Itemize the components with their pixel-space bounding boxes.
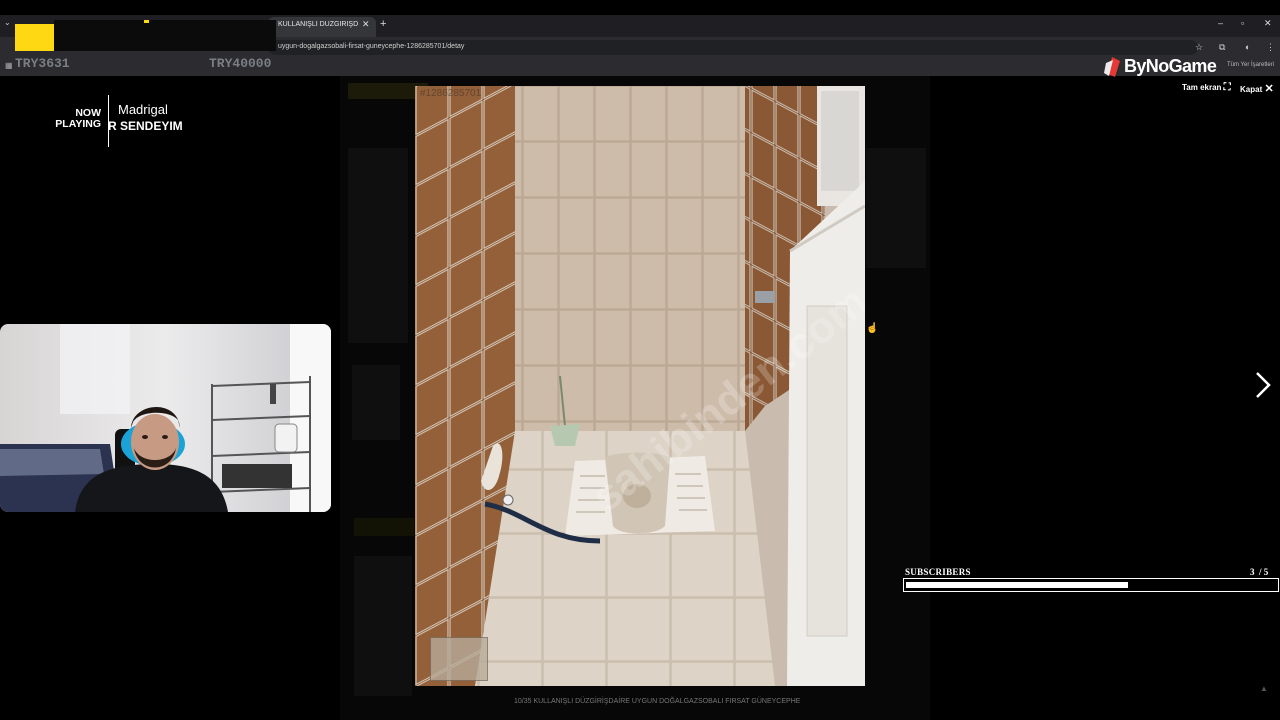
apps-grid-icon[interactable]: ▦ — [5, 61, 13, 70]
webcam-image — [0, 324, 331, 512]
subscribers-current: 3 — [1250, 567, 1255, 577]
tab-title: KULLANIŞLI DÜZGİRİŞDAİRE U — [278, 21, 358, 28]
donation-counter-left: TRY3631 — [15, 56, 70, 71]
restore-icon[interactable]: ▫ — [1241, 18, 1244, 28]
close-x-icon: ✕ — [1264, 83, 1274, 95]
subscribers-goal: / 5 — [1259, 567, 1269, 577]
profile-icon[interactable]: ◐ — [1245, 42, 1250, 52]
redaction-yellow-sliver — [144, 20, 149, 23]
all-bookmarks-link[interactable]: Tüm Yer İşaretleri — [1227, 62, 1274, 68]
subscribers-count: 3 / 5 — [1250, 567, 1268, 577]
now-playing-artist: Madrigal — [118, 102, 168, 117]
extensions-icon[interactable]: ⧉ — [1219, 42, 1225, 53]
listing-sidebar-dimmed — [866, 148, 926, 268]
listing-main-photo-dimmed — [348, 148, 408, 343]
fullscreen-icon: ⛶ — [1223, 82, 1231, 93]
listing-id: #1286285701 — [420, 88, 482, 99]
chevron-right-icon — [1256, 372, 1271, 398]
close-label: Kapat — [1240, 85, 1263, 94]
listing-description-dimmed — [354, 556, 412, 696]
url-text[interactable]: uygun-dogalgazsobali-firsat-guneycephe-1… — [278, 43, 464, 50]
logo-text: ByNoGame — [1124, 56, 1217, 76]
subscribers-label: SUBSCRIBERS — [905, 567, 971, 577]
new-tab-plus-icon[interactable]: + — [380, 18, 386, 30]
bynogame-logo-mark-icon — [1104, 57, 1120, 77]
photo-caption: 10/35 KULLANIŞLI DÜZGİRİŞDAİRE UYGUN DOĞ… — [514, 698, 801, 705]
fullscreen-label: Tam ekran — [1182, 83, 1222, 92]
now-playing-title: R SENDEYIM — [108, 119, 183, 133]
photo-thumbnail[interactable] — [430, 637, 488, 681]
listing-thumbs-dimmed — [352, 365, 400, 440]
close-button[interactable]: Kapat ✕ — [1240, 82, 1274, 95]
redaction-yellow-box — [15, 24, 54, 51]
tab-close-icon[interactable]: ✕ — [362, 19, 370, 30]
now-playing-line2: PLAYING — [55, 118, 101, 130]
donation-counter-right: TRY40000 — [209, 56, 272, 71]
bathroom-photo-image: sahibinden.com — [415, 86, 865, 686]
bookmark-star-icon[interactable]: ☆ — [1195, 42, 1203, 53]
tab-list-chevron-icon[interactable]: ⌄ — [4, 18, 11, 27]
menu-kebab-icon[interactable]: ⋮ — [1266, 42, 1275, 53]
listing-tab-dimmed — [354, 518, 414, 536]
subscribers-progress-bar — [903, 578, 1279, 592]
subscribers-progress-fill — [906, 582, 1128, 588]
scroll-up-icon[interactable]: ▲ — [1260, 684, 1268, 693]
redaction-black-box — [54, 20, 276, 51]
bookmarks-bar — [0, 57, 1280, 76]
window-close-icon[interactable]: ✕ — [1264, 18, 1272, 29]
now-playing-label: NOW PLAYING — [50, 108, 101, 130]
next-photo-button[interactable] — [1252, 370, 1274, 400]
listing-photo: sahibinden.com — [415, 86, 865, 686]
mouse-cursor-icon: ☝ — [866, 323, 879, 334]
fullscreen-button[interactable]: Tam ekran ⛶ — [1182, 82, 1231, 93]
webcam-feed — [0, 324, 331, 512]
minimize-icon[interactable]: – — [1218, 18, 1223, 28]
